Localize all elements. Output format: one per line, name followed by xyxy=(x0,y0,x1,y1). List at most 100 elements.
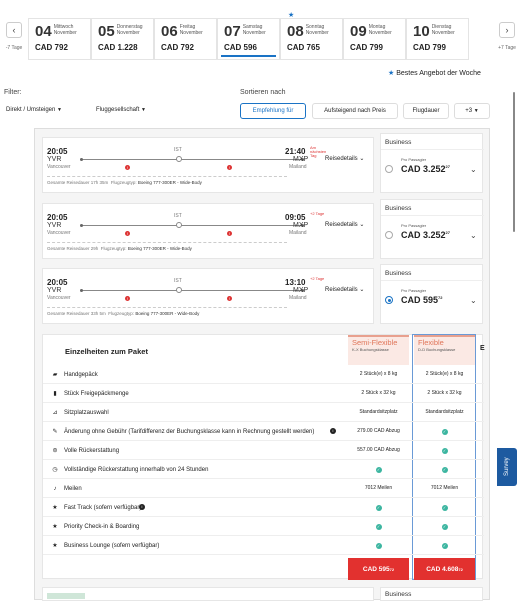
package-cell: 7012 Meilen xyxy=(364,485,393,491)
month-text: November xyxy=(116,30,140,36)
package-row-text: Fast Track (sofern verfügbar) xyxy=(64,504,142,511)
sort-more-button[interactable]: +3 ▼ xyxy=(454,103,490,119)
package-row-label: ✎ Änderung ohne Gebühr (Tarifdifferenz d… xyxy=(51,422,341,441)
next-week-button[interactable]: › xyxy=(499,22,515,38)
edit-icon: ✎ xyxy=(52,429,58,435)
fare-option-card[interactable]: Business Pro Passagier CAD 59572 ⌄ xyxy=(380,264,484,324)
fare-radio[interactable] xyxy=(385,231,393,239)
info-icon[interactable]: i xyxy=(330,428,336,434)
clock-refund-icon: ◷ xyxy=(52,467,58,473)
flexible-price-sup: 72 xyxy=(458,566,463,572)
semi-flexible-sub: K-X Buchungsklasse xyxy=(352,347,389,352)
travel-details-link[interactable]: Reisedetails ⌄ xyxy=(325,155,364,162)
fare-option-card[interactable]: Business Pro Passagier CAD 3.25227 ⌄ xyxy=(380,199,484,259)
date-day: 04 xyxy=(35,23,52,40)
flight-card[interactable]: 20:05 YVR Vancouver IST ! ! 09:05 +2 Tag… xyxy=(42,203,374,259)
sort-recommended-button[interactable]: Empfehlung für xyxy=(240,103,306,119)
chevron-down-icon[interactable]: ⌄ xyxy=(470,296,477,305)
date-card[interactable]: 06 Freitag November CAD 792 xyxy=(154,18,217,60)
origin-dot xyxy=(80,224,83,227)
package-cell: 7012 Meilen xyxy=(430,485,459,491)
per-passenger-label: Pro Passagier xyxy=(401,288,427,293)
package-row: ★ Fast Track (sofern verfügbar) i ✓ ✓ xyxy=(43,498,484,517)
package-cell: 2 Stück x 32 kg xyxy=(361,390,396,396)
warning-icon: ! xyxy=(227,296,232,301)
third-column-partial: E xyxy=(480,345,485,352)
select-flexible-button[interactable]: CAD 4.608 72 xyxy=(414,558,475,580)
package-row: ✎ Änderung ohne Gebühr (Tarifdifferenz d… xyxy=(43,422,484,441)
check-icon: ✓ xyxy=(375,542,382,549)
semi-flexible-name: Semi-Flexible xyxy=(352,338,398,347)
package-cell: ✓ xyxy=(414,422,475,441)
next-day-note: +2 Tage xyxy=(310,276,325,281)
fare-price-sup: 72 xyxy=(438,295,443,300)
sort-duration-button[interactable]: Flugdauer xyxy=(403,103,449,119)
departure-city: Vancouver xyxy=(47,295,71,301)
flight-divider xyxy=(47,307,287,308)
date-card[interactable]: 09 Montag November CAD 799 xyxy=(343,18,406,60)
fare-price-value: CAD 3.252 xyxy=(401,230,446,240)
scrollbar-thumb[interactable] xyxy=(513,92,515,232)
date-card[interactable]: 05 Donnerstag November CAD 1.228 xyxy=(91,18,154,60)
star-icon: ★ xyxy=(52,524,58,530)
fare-radio[interactable] xyxy=(385,165,393,173)
flight-card[interactable]: 20:05 YVR Vancouver IST ! ! 21:40 Am näc… xyxy=(42,137,374,193)
select-semi-flexible-button[interactable]: CAD 595 72 xyxy=(348,558,409,580)
package-table: Einzelheiten zum Paket Semi-Flexible K-X… xyxy=(42,334,485,580)
fare-price: CAD 59572 xyxy=(401,295,442,305)
chevron-down-icon[interactable]: ⌄ xyxy=(470,165,477,174)
month-text: November xyxy=(305,30,329,36)
date-weekday: Montag November xyxy=(369,24,392,36)
cabin-class-label: Business xyxy=(385,270,412,277)
airline-dropdown[interactable]: Fluggesellschaft ▼ xyxy=(96,107,146,113)
date-card[interactable]: 04 Mittwoch November CAD 792 xyxy=(28,18,91,60)
check-icon: ✓ xyxy=(441,523,448,530)
sort-price-button[interactable]: Aufsteigend nach Preis xyxy=(312,103,398,119)
info-icon[interactable]: i xyxy=(139,504,145,510)
stops-dropdown-label: Direkt / Umsteigen xyxy=(6,107,56,113)
travel-details-link[interactable]: Reisedetails ⌄ xyxy=(325,221,364,228)
fare-price-sup: 27 xyxy=(445,164,450,169)
survey-tab[interactable]: Survey xyxy=(497,448,517,486)
flight-divider xyxy=(47,176,287,177)
travel-details-link[interactable]: Reisedetails ⌄ xyxy=(325,286,364,293)
chevron-down-icon[interactable]: ⌄ xyxy=(470,231,477,240)
stopover-code: IST xyxy=(174,147,182,153)
cabin-class-label: Business xyxy=(385,139,412,146)
arrival-city: Mailand xyxy=(289,295,307,301)
fare-option-card[interactable]: Business Pro Passagier CAD 3.25227 ⌄ xyxy=(380,133,484,193)
caret-down-icon: ▼ xyxy=(141,107,146,113)
stops-dropdown[interactable]: Direkt / Umsteigen ▼ xyxy=(6,107,62,113)
fare-price-value: CAD 3.252 xyxy=(401,164,446,174)
package-row-text: Meilen xyxy=(64,485,82,492)
package-row-label: ★ Business Lounge (sofern verfügbar) xyxy=(51,536,341,555)
chevron-down-icon: ⌄ xyxy=(359,287,365,293)
fare-divider xyxy=(381,280,484,281)
prev-week-label: -7 Tage xyxy=(5,45,23,51)
date-price: CAD 596 xyxy=(224,43,257,52)
origin-dot xyxy=(80,289,83,292)
departure-code: YVR xyxy=(47,222,62,229)
flight-card[interactable]: 20:05 YVR Vancouver IST ! ! 13:10 +2 Tag… xyxy=(42,268,374,324)
package-row-label: ◷ Vollständige Rückerstattung innerhalb … xyxy=(51,460,341,479)
aircraft-label: Flugzeugtyp: xyxy=(100,246,127,251)
airline-dropdown-label: Fluggesellschaft xyxy=(96,107,140,113)
date-card[interactable]: 07 Samstag November CAD 596 xyxy=(217,18,280,60)
date-card[interactable]: 08 Sonntag November CAD 765 xyxy=(280,18,343,60)
departure-time: 20:05 xyxy=(47,213,68,222)
date-price: CAD 792 xyxy=(35,43,68,52)
star-icon: ★ xyxy=(52,505,58,511)
package-cell: ✓ xyxy=(348,517,409,536)
package-cell: ✓ xyxy=(348,460,409,479)
fare-radio[interactable] xyxy=(385,296,393,304)
seat-icon: ⊿ xyxy=(52,410,58,416)
package-cell: ✓ xyxy=(414,536,475,555)
package-row-label: ▮ Stück Freigepäckmenge xyxy=(51,384,341,403)
arrival-city: Mailand xyxy=(289,164,307,170)
package-row: ◷ Vollständige Rückerstattung innerhalb … xyxy=(43,460,484,479)
date-day: 10 xyxy=(413,23,430,40)
package-row-text: Vollständige Rückerstattung innerhalb vo… xyxy=(64,466,209,473)
date-price: CAD 765 xyxy=(287,43,320,52)
prev-week-button[interactable]: ‹ xyxy=(6,22,22,38)
date-card[interactable]: 10 Dienstag November CAD 799 xyxy=(406,18,469,60)
